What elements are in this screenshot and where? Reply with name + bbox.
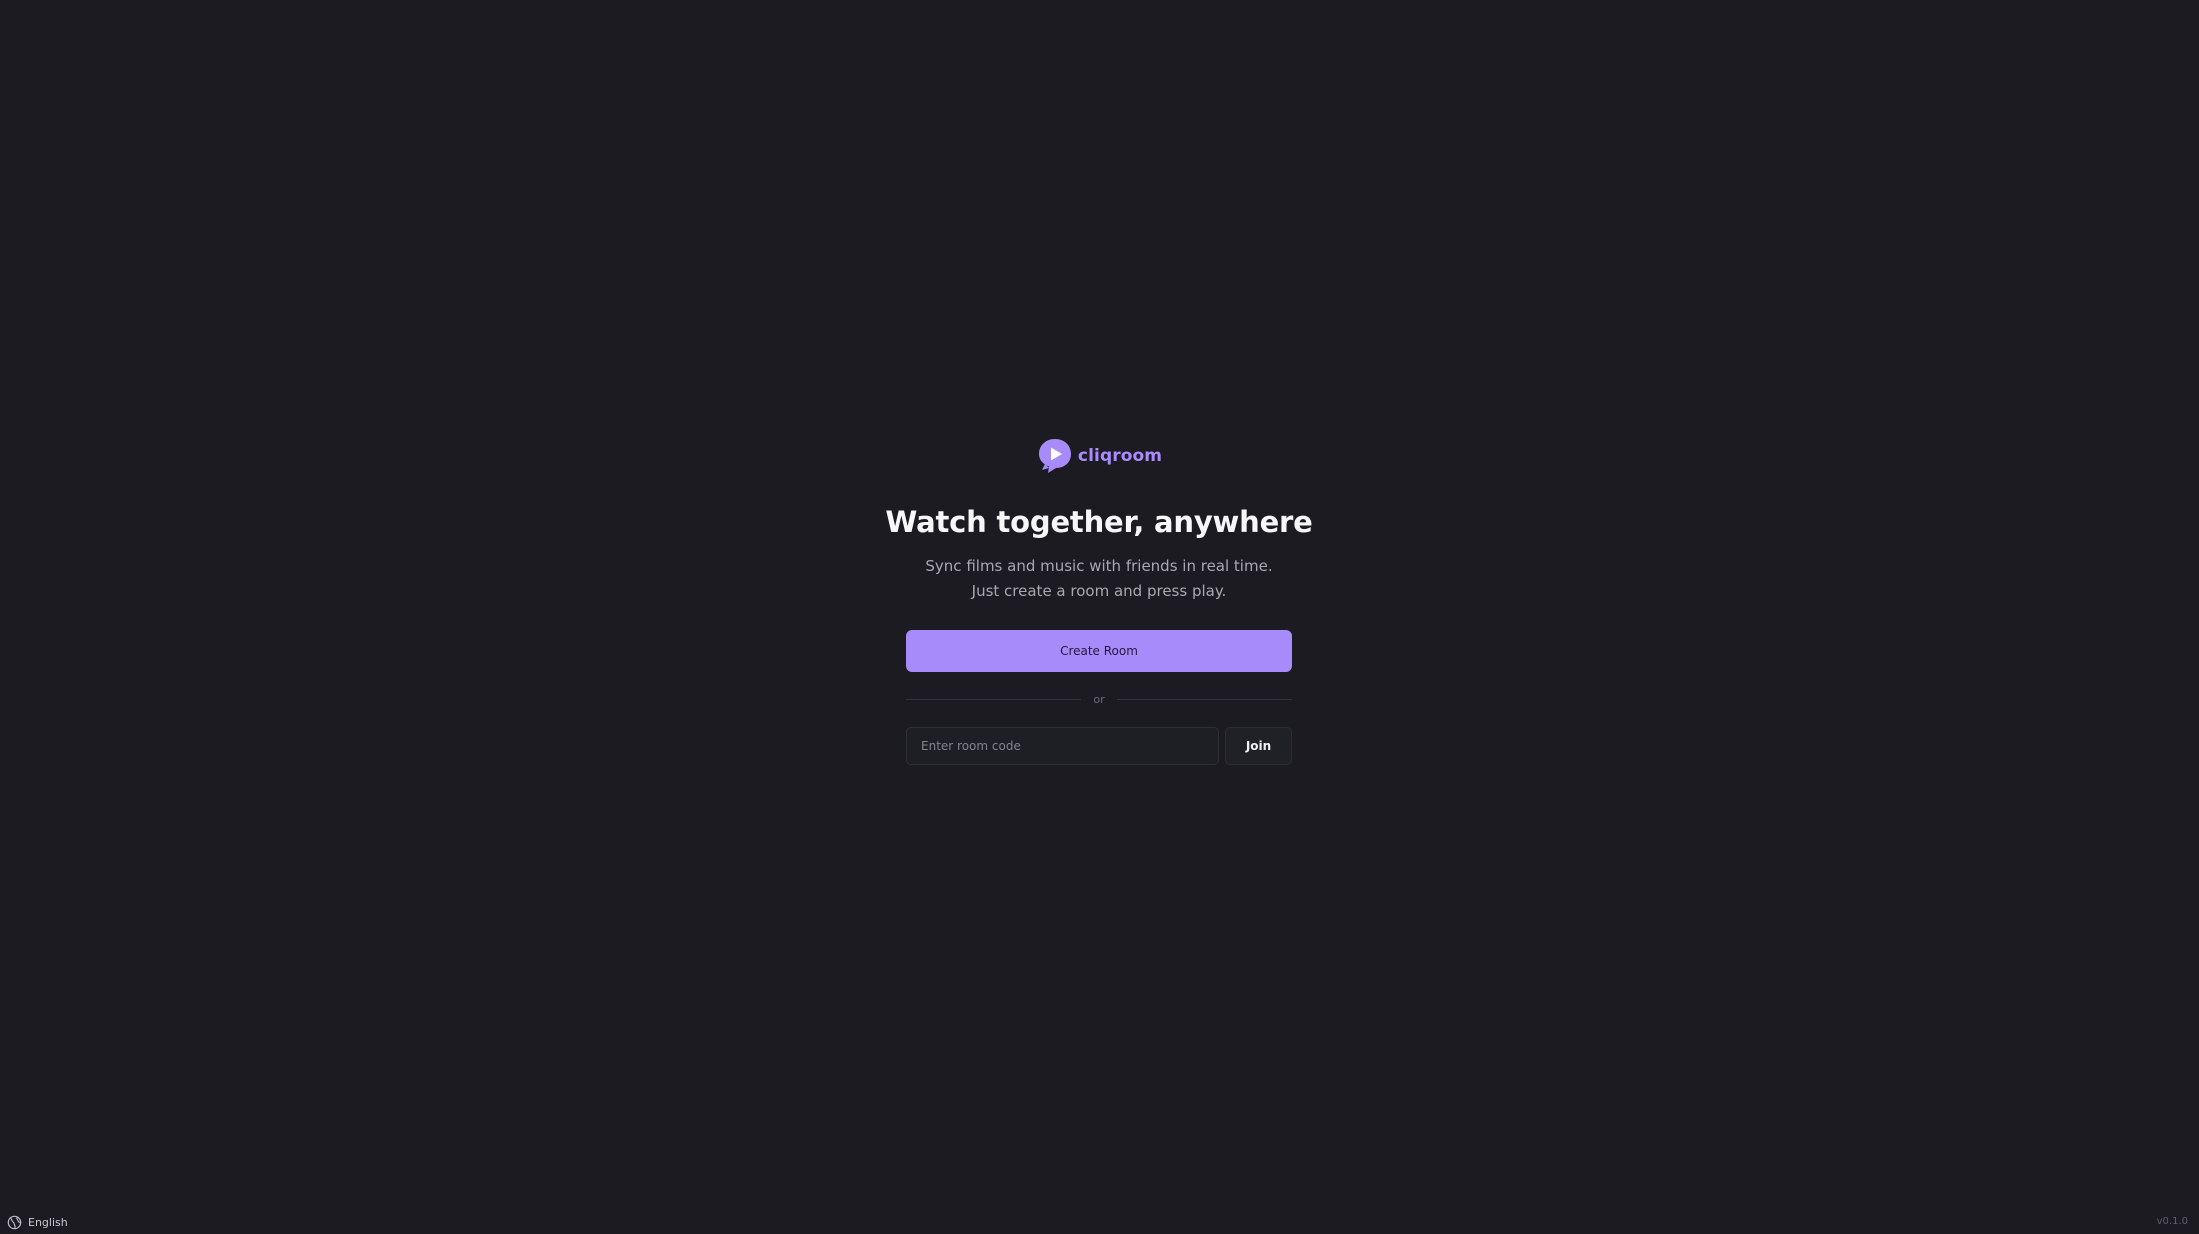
brand: cliqroom — [1036, 436, 1162, 476]
version-label: v0.1.0 — [2156, 1216, 2188, 1227]
language-selector[interactable]: English — [7, 1213, 68, 1231]
page-title: Watch together, anywhere — [885, 505, 1313, 539]
page-subtitle: Sync films and music with friends in rea… — [925, 557, 1273, 600]
landing-page: cliqroom Watch together, anywhere Sync f… — [0, 0, 2199, 1234]
create-room-button[interactable]: Create Room — [906, 630, 1292, 672]
hero-panel: cliqroom Watch together, anywhere Sync f… — [885, 436, 1313, 765]
join-button[interactable]: Join — [1225, 727, 1292, 765]
globe-icon — [7, 1215, 22, 1229]
language-label: English — [28, 1215, 68, 1229]
or-divider: or — [906, 693, 1293, 706]
brand-name: cliqroom — [1077, 446, 1163, 466]
room-code-input[interactable] — [906, 727, 1219, 765]
divider-line-right — [1116, 699, 1293, 700]
play-bubble-icon — [1038, 439, 1071, 473]
divider-line-left — [906, 699, 1082, 700]
join-room-form: Join — [906, 727, 1292, 765]
divider-label: or — [1093, 693, 1105, 706]
